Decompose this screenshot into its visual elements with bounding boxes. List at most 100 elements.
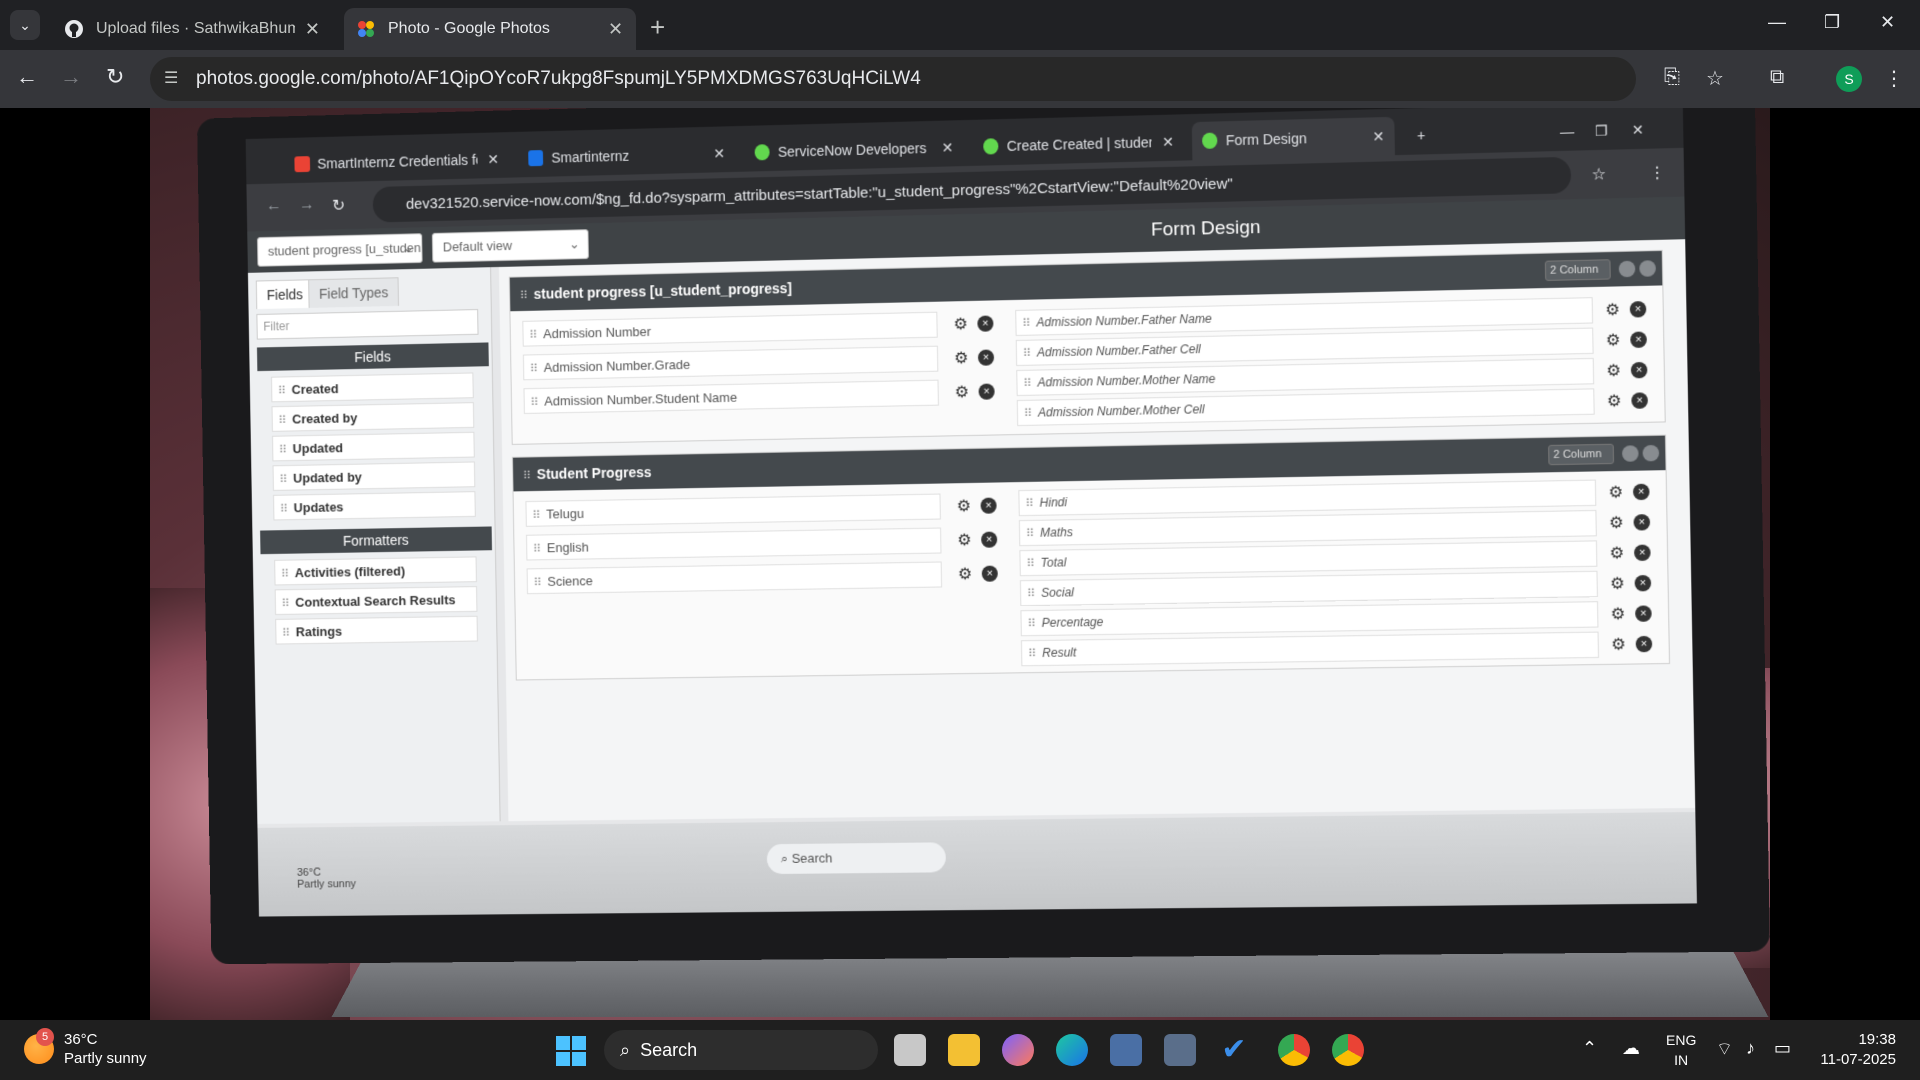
drag-grip-icon: ⠿ <box>1022 317 1031 330</box>
back-icon[interactable]: ← <box>16 64 38 90</box>
drag-grip-icon: ⠿ <box>1025 497 1034 511</box>
more-menu-icon[interactable]: ⋮ <box>1884 66 1904 91</box>
search-icon: ⌕ <box>620 1039 631 1060</box>
weather-widget[interactable]: 5 36°C Partly sunny <box>24 1028 147 1068</box>
extensions-icon[interactable]: ⧉ <box>1770 66 1784 89</box>
field-label: Updated by <box>293 469 363 486</box>
chevron-up-icon[interactable]: ⌃ <box>1582 1038 1597 1059</box>
file-explorer-icon[interactable] <box>948 1034 980 1066</box>
drag-grip-icon: ⠿ <box>1026 527 1035 541</box>
weather-desc: Partly sunny <box>64 1050 147 1067</box>
battery-icon[interactable]: ▭ <box>1774 1038 1791 1059</box>
lang-code: ENG <box>1666 1032 1697 1048</box>
address-bar[interactable]: ☰ photos.google.com/photo/AF1QipOYcoR7uk… <box>150 57 1636 101</box>
restore-icon[interactable]: ❐ <box>1824 12 1840 33</box>
inner-minimize-icon: — <box>1559 123 1575 140</box>
copilot-icon[interactable] <box>1002 1034 1034 1066</box>
site-info-icon[interactable]: ☰ <box>164 68 178 88</box>
inner-weather-desc: Partly sunny <box>297 878 357 891</box>
bookmark-star-icon[interactable]: ☆ <box>1706 66 1724 91</box>
todo-icon[interactable]: ✔ <box>1218 1034 1250 1066</box>
remove-icon: × <box>980 497 997 514</box>
browser-tab-github[interactable]: Upload files · SathwikaBhuma/- ✕ <box>52 8 332 50</box>
inner-close-icon: ✕ <box>1631 120 1644 138</box>
remove-icon: × <box>1635 635 1653 653</box>
onedrive-icon[interactable]: ☁ <box>1622 1038 1640 1059</box>
form-field: ⠿ Telugu <box>525 493 941 527</box>
drag-grip-icon: ⠿ <box>277 385 286 398</box>
inner-bookmark-icon: ☆ <box>1591 166 1607 184</box>
drag-grip-icon: ⠿ <box>522 470 532 483</box>
field-label: Created <box>291 381 339 397</box>
gear-icon: ⚙ <box>953 350 969 368</box>
gear-icon: ⚙ <box>1609 544 1625 563</box>
remove-icon: × <box>981 565 998 582</box>
inner-menu-icon: ⋮ <box>1648 164 1666 183</box>
inner-tab-form-design: Form Design ✕ <box>1191 116 1395 161</box>
close-tab-icon: ✕ <box>487 150 500 167</box>
close-tab-icon: ✕ <box>941 138 954 156</box>
palette-field: ⠿ Updated by <box>272 461 476 491</box>
clock-date: 11-07-2025 <box>1820 1051 1896 1068</box>
tab-title: Create Created | student progre <box>1006 134 1153 154</box>
close-tab-icon: ✕ <box>1372 127 1385 145</box>
drag-grip-icon: ⠿ <box>519 290 528 303</box>
minimize-icon[interactable]: — <box>1768 12 1786 33</box>
drag-grip-icon: ⠿ <box>1027 587 1036 601</box>
gear-icon: ⚙ <box>1605 332 1621 350</box>
volume-icon[interactable]: ♪ <box>1746 1038 1755 1059</box>
field-label: Social <box>1041 585 1075 600</box>
tab-fields: Fields <box>255 279 314 310</box>
form-field: ⠿ English <box>526 527 942 561</box>
remove-icon: × <box>978 383 995 400</box>
inner-restore-icon: ❐ <box>1594 121 1608 139</box>
profile-avatar[interactable]: S <box>1836 66 1862 92</box>
start-button[interactable] <box>556 1036 586 1066</box>
filter-input: Filter <box>256 309 479 340</box>
gmail-icon <box>294 156 310 173</box>
close-tab-icon[interactable]: ✕ <box>608 19 623 40</box>
tab-title: SmartInternz Credentials for Sh <box>317 151 478 172</box>
microsoft-store-icon[interactable] <box>1110 1034 1142 1066</box>
calculator-icon[interactable] <box>1164 1034 1196 1066</box>
field-label: Updated <box>292 440 344 457</box>
field-label: Hindi <box>1039 495 1068 510</box>
url-text: photos.google.com/photo/AF1QipOYcoR7ukpg… <box>196 68 921 89</box>
drag-grip-icon: ⠿ <box>279 503 288 516</box>
close-tab-icon[interactable]: ✕ <box>305 19 320 40</box>
field-label: Admission Number.Student Name <box>544 389 738 409</box>
field-palette: Fields Field Types Filter Fields ⠿ Create… <box>247 267 501 825</box>
field-label: Admission Number.Father Name <box>1036 311 1212 330</box>
forward-icon[interactable]: → <box>60 64 82 90</box>
drag-grip-icon: ⠿ <box>532 509 541 522</box>
drag-grip-icon: ⠿ <box>1026 557 1035 571</box>
install-app-icon[interactable]: ⎘ <box>1664 66 1680 89</box>
wifi-icon[interactable]: ⌔ <box>1716 1038 1733 1061</box>
remove-icon: × <box>1631 392 1649 409</box>
clock[interactable]: 19:38 11-07-2025 <box>1814 1030 1896 1070</box>
weather-sun-icon: 5 <box>24 1028 54 1064</box>
drag-grip-icon: ⠿ <box>282 627 291 640</box>
tab-search-button[interactable]: ⌄ <box>10 10 40 40</box>
reload-icon[interactable]: ↻ <box>106 64 124 90</box>
section-title: student progress [u_student_progress] <box>533 280 793 302</box>
field-label: Total <box>1040 555 1067 570</box>
browser-tab-google-photos[interactable]: Photo - Google Photos ✕ <box>344 8 636 50</box>
taskbar-search[interactable]: ⌕ Search <box>604 1030 878 1070</box>
task-view-icon[interactable] <box>894 1034 926 1066</box>
new-tab-button[interactable]: + <box>650 12 665 43</box>
chrome-icon[interactable] <box>1278 1034 1310 1066</box>
drag-grip-icon: ⠿ <box>281 568 290 581</box>
edge-icon[interactable] <box>1056 1034 1088 1066</box>
gear-icon: ⚙ <box>1606 362 1622 380</box>
close-window-icon[interactable]: ✕ <box>1880 12 1895 33</box>
language-indicator[interactable]: ENG IN <box>1666 1030 1696 1070</box>
form-field: ⠿ Admission Number <box>522 311 938 347</box>
inner-windows-taskbar: 36°C Partly sunny ⌕ Search <box>257 811 1697 917</box>
search-icon: ⌕ <box>780 850 792 866</box>
inner-weather: 36°C Partly sunny <box>297 866 357 891</box>
palette-field: ⠿ Updated <box>272 431 475 462</box>
chrome-profile-icon[interactable] <box>1332 1034 1364 1066</box>
drag-grip-icon: ⠿ <box>279 473 288 486</box>
region-code: IN <box>1674 1052 1689 1068</box>
